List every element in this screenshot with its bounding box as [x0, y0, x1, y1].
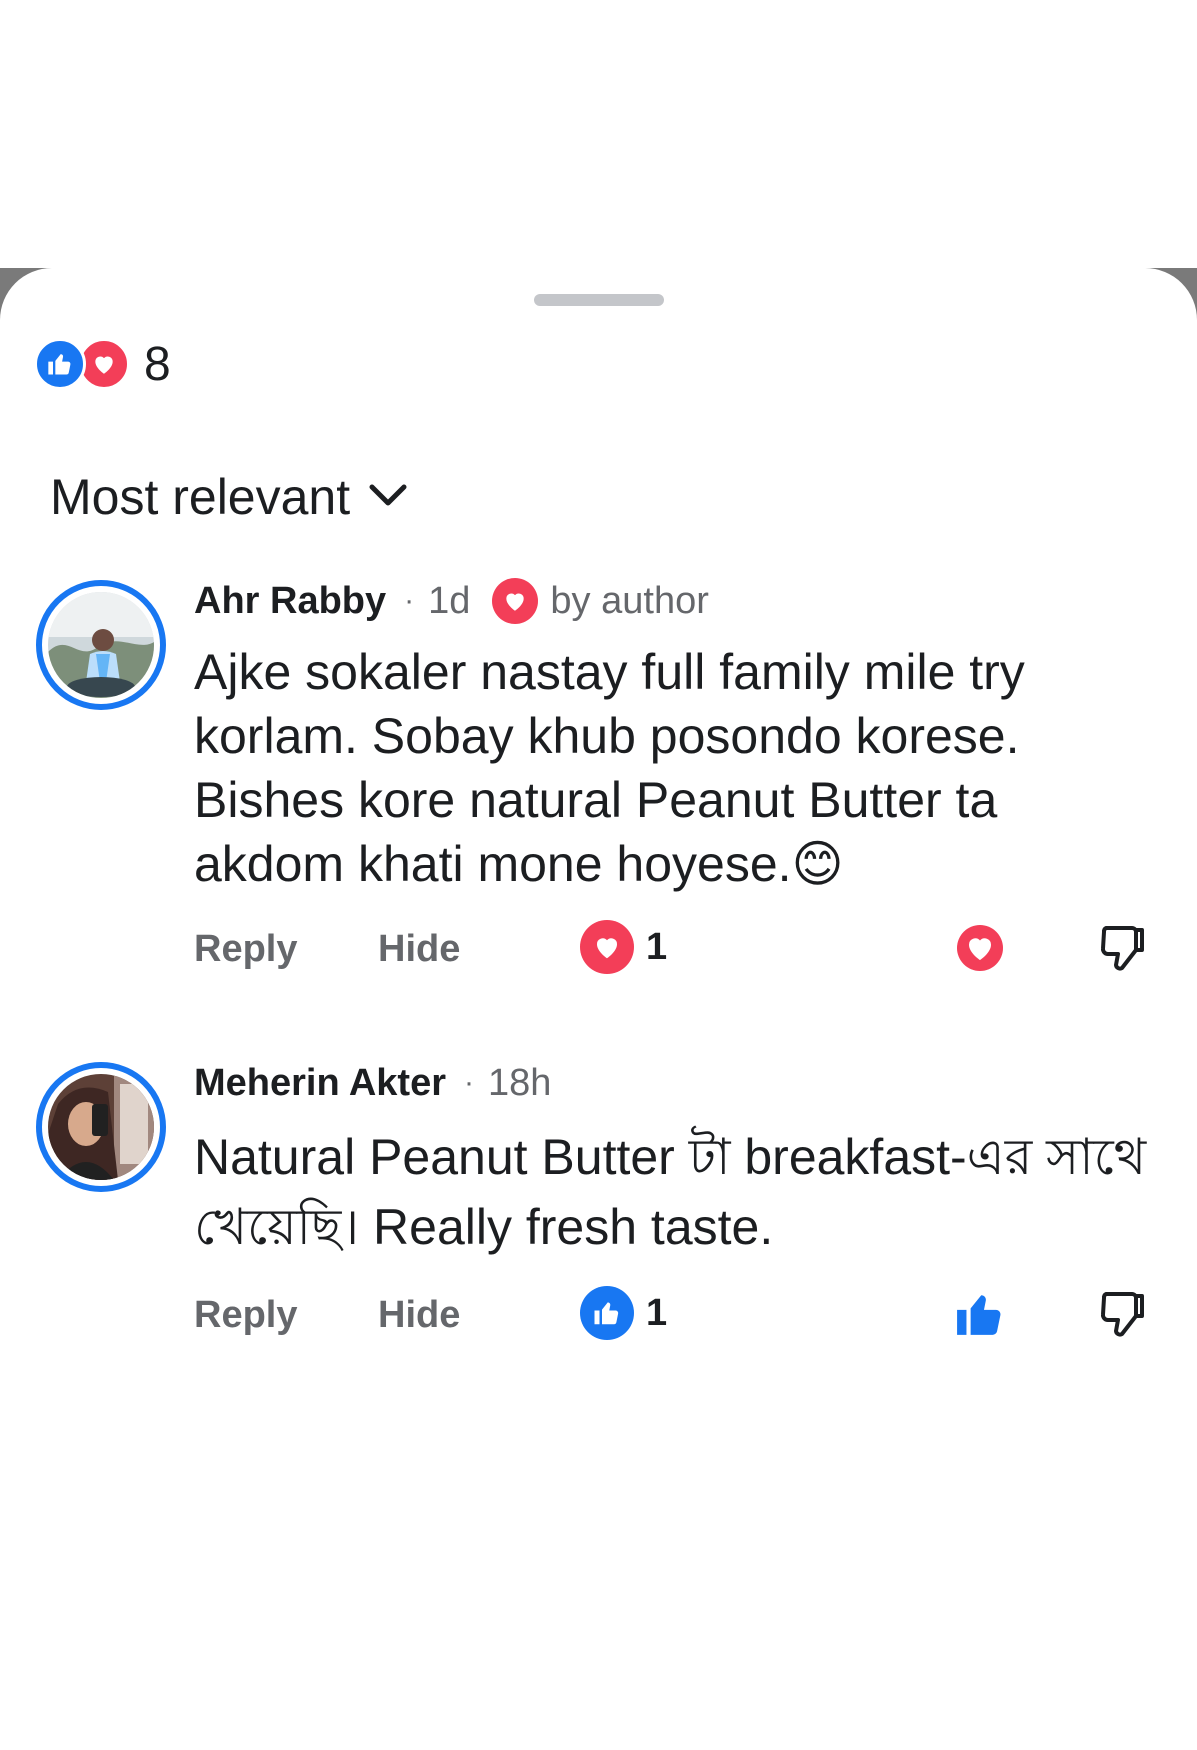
like-icon	[34, 338, 86, 390]
reaction-count: 1	[646, 1291, 668, 1334]
meta-separator: ·	[464, 1066, 474, 1099]
drag-handle[interactable]	[534, 294, 664, 306]
comment-actions: Reply Hide 1	[194, 920, 1154, 980]
reply-button[interactable]: Reply	[194, 928, 297, 971]
love-icon	[580, 920, 634, 974]
reaction-count-button[interactable]: 1	[580, 1286, 667, 1340]
like-button[interactable]	[952, 1286, 1008, 1342]
author-reaction-badge: by author	[492, 578, 709, 624]
comment-author[interactable]: Ahr Rabby	[194, 580, 386, 623]
reaction-count: 1	[646, 925, 668, 968]
comment-time[interactable]: 18h	[488, 1062, 551, 1105]
reaction-count: 8	[144, 337, 171, 391]
comments-sheet: 8 Most relevant Ahr Rabby · 1d by author…	[0, 268, 1197, 1750]
avatar[interactable]	[36, 1062, 166, 1192]
avatar[interactable]	[36, 580, 166, 710]
comment-time[interactable]: 1d	[428, 580, 470, 623]
comment-text: Ajke sokaler nastay full family mile try…	[194, 644, 1025, 892]
sort-dropdown[interactable]: Most relevant	[50, 468, 408, 526]
comment-author[interactable]: Meherin Akter	[194, 1062, 446, 1105]
comment-text: Natural Peanut Butter টা breakfast-এর সা…	[194, 1129, 1147, 1255]
sort-label: Most relevant	[50, 469, 351, 525]
love-reaction-button[interactable]	[952, 920, 1008, 976]
reaction-count-button[interactable]: 1	[580, 920, 667, 974]
dislike-button[interactable]	[1094, 920, 1150, 976]
avatar-photo	[48, 592, 154, 698]
dimmed-backdrop[interactable]	[0, 0, 1197, 268]
love-icon	[492, 578, 539, 624]
reaction-summary[interactable]: 8	[34, 336, 171, 392]
like-icon	[580, 1286, 634, 1340]
chevron-down-icon	[368, 481, 408, 514]
avatar-photo	[48, 1074, 154, 1180]
reply-button[interactable]: Reply	[194, 1294, 297, 1337]
hide-button[interactable]: Hide	[378, 928, 460, 971]
hide-button[interactable]: Hide	[378, 1294, 460, 1337]
comment-actions: Reply Hide 1	[194, 1286, 1154, 1346]
meta-separator: ·	[404, 584, 415, 617]
author-badge-label: by author	[550, 579, 709, 622]
dislike-button[interactable]	[1094, 1286, 1150, 1342]
